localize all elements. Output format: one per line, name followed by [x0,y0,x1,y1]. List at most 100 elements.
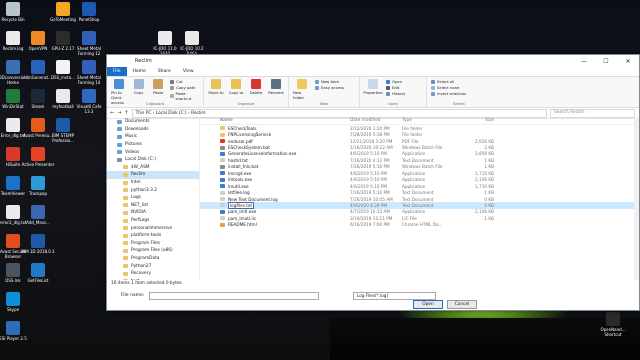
desktop-icon[interactable]: Skype [0,292,30,312]
tab-share[interactable]: Share [152,69,177,74]
cut-button[interactable]: Cut [170,79,199,84]
nav-item[interactable]: platform-tools [107,232,199,240]
folder-icon [117,157,122,162]
nav-item[interactable]: Music [107,133,199,141]
nav-item[interactable]: $W_ASM [107,164,199,172]
desktop-icon[interactable]: PanelShop [72,2,106,22]
desktop-icon[interactable]: GetFileList [21,263,55,283]
edit-button[interactable]: Edit [386,85,406,90]
nav-item-label: PerfLogs [131,218,150,224]
nav-item[interactable]: personalimmersive [107,224,199,232]
nav-item[interactable]: NET_list [107,202,199,210]
file-size: 0 KB [484,196,494,202]
nav-item[interactable]: Documents [107,118,199,126]
properties-icon [368,79,378,89]
file-size: 1 KB [484,215,494,221]
file-date: 7/26/2019 10:05 AM [350,196,393,202]
select-all-button[interactable]: Select all [431,79,466,84]
desktop-icon-label: Add_Mass... [26,220,50,225]
nav-item-label: Pictures [125,142,143,148]
desktop-icon[interactable]: Visual6 Cafe 13.3 [72,89,106,114]
file-name: lmtools.exe [228,177,253,183]
desktop-icon[interactable]: Recycle Bin [0,2,30,22]
paste-shortcut-button[interactable]: Paste shortcut [170,91,199,101]
nav-item[interactable]: Downloads [107,126,199,134]
open-button[interactable]: Open [413,300,443,309]
desktop-icon[interactable]: BIM STEMP Professio... [46,118,80,143]
desktop-icon-opennand[interactable]: OpenNand... Shortcut [596,312,630,337]
app-icon [185,31,199,45]
file-size: 2,106 KB [475,209,494,215]
nav-item[interactable]: test [107,277,199,280]
nav-item[interactable]: Reclim [107,171,199,179]
nav-item[interactable]: Local Disk (C:) [107,156,199,164]
file-size: 1,710 KB [475,170,494,176]
rename-field[interactable]: logfiles.txt [228,201,255,209]
desktop-icon[interactable]: Sheet Metal Forming 14 [72,60,106,85]
nav-item-label: Videos [125,149,140,155]
nav-item[interactable]: PerfLogs [107,217,199,225]
copy-path-icon [170,85,175,90]
file-name: lstfilee.log [228,190,250,196]
new-item-button[interactable]: New item [315,79,344,84]
nav-item-label: test [131,279,139,280]
desktop-icon[interactable]: Add_Mass... [21,205,55,225]
folder-icon [123,210,128,215]
nav-item-label: platform-tools [131,233,162,239]
tab-home[interactable]: Home [127,69,152,74]
tab-file[interactable]: File [107,67,127,76]
column-size[interactable]: Size [454,118,494,123]
nav-item[interactable]: Videos [107,148,199,156]
cancel-button[interactable]: Cancel [447,300,477,309]
desktop-icon[interactable]: Sheet Metal Forming 12 [72,31,106,56]
close-button[interactable]: ✕ [617,58,639,65]
app-icon [158,31,172,45]
nav-item[interactable]: Recovery [107,270,199,278]
nav-item[interactable]: Intel [107,179,199,187]
desktop-icon[interactable]: BIM 3D 2018.0.1 [21,234,55,254]
back-arrow-icon[interactable]: ← [110,110,114,116]
invert-selection-button[interactable]: Invert selection [431,91,466,96]
up-arrow-icon[interactable]: ↑ [124,110,128,116]
desktop-icon-label: BIM 3D 2018.0.1 [21,249,55,254]
vertical-scrollbar[interactable] [634,117,639,280]
nav-item[interactable]: Program Files (x86) [107,247,199,255]
file-size: 1,710 KB [475,183,494,189]
select-none-button[interactable]: Select none [431,85,466,90]
maximize-button[interactable]: ☐ [595,58,617,65]
copy-path-button[interactable]: Copy path [170,85,199,90]
folder-icon [123,264,128,269]
history-button[interactable]: History [386,91,406,96]
nav-item[interactable]: python3.3.2 [107,186,199,194]
nav-item[interactable]: Logs [107,194,199,202]
minimize-button[interactable]: — [573,58,595,65]
desktop-icon[interactable]: Active Presenter [21,147,55,167]
navigation-pane: Documents Downloads Music Pictures Videos Loc… [107,117,200,280]
column-type[interactable]: Type [402,118,454,123]
app-icon [6,263,20,277]
nav-item[interactable]: ProgramData [107,255,199,263]
select-all-icon [431,79,435,84]
nav-item[interactable]: Program Files [107,240,199,248]
desktop-icon[interactable]: IC-JDO 10.2 8464 [175,31,209,56]
easy-access-button[interactable]: Easy access [315,85,344,90]
desktop-icon[interactable]: Trackpop [21,176,55,196]
file-row[interactable]: README.html 6/16/2019 7:00 PM Chrome HTML … [200,222,639,228]
app-icon [31,118,45,132]
nav-item-label: Intel [131,180,141,186]
filetype-select[interactable]: Log Files(*.log) [353,291,436,300]
filename-input[interactable] [149,291,319,300]
nav-item[interactable]: NVIDIA [107,209,199,217]
open-ribbon-button[interactable]: Open [386,79,406,84]
invert-icon [431,91,435,96]
column-name[interactable]: Name [200,118,350,123]
file-icon [220,190,225,195]
forward-arrow-icon[interactable]: → [117,110,121,116]
nav-item-label: Downloads [125,126,149,132]
nav-item[interactable]: Pictures [107,141,199,149]
desktop-icon[interactable]: ESI Player 2.5 [0,321,30,341]
column-date[interactable]: Date modified [350,118,402,123]
nav-item[interactable]: Python27 [107,262,199,270]
copy-folder-icon [231,79,241,89]
tab-view[interactable]: View [177,69,200,74]
